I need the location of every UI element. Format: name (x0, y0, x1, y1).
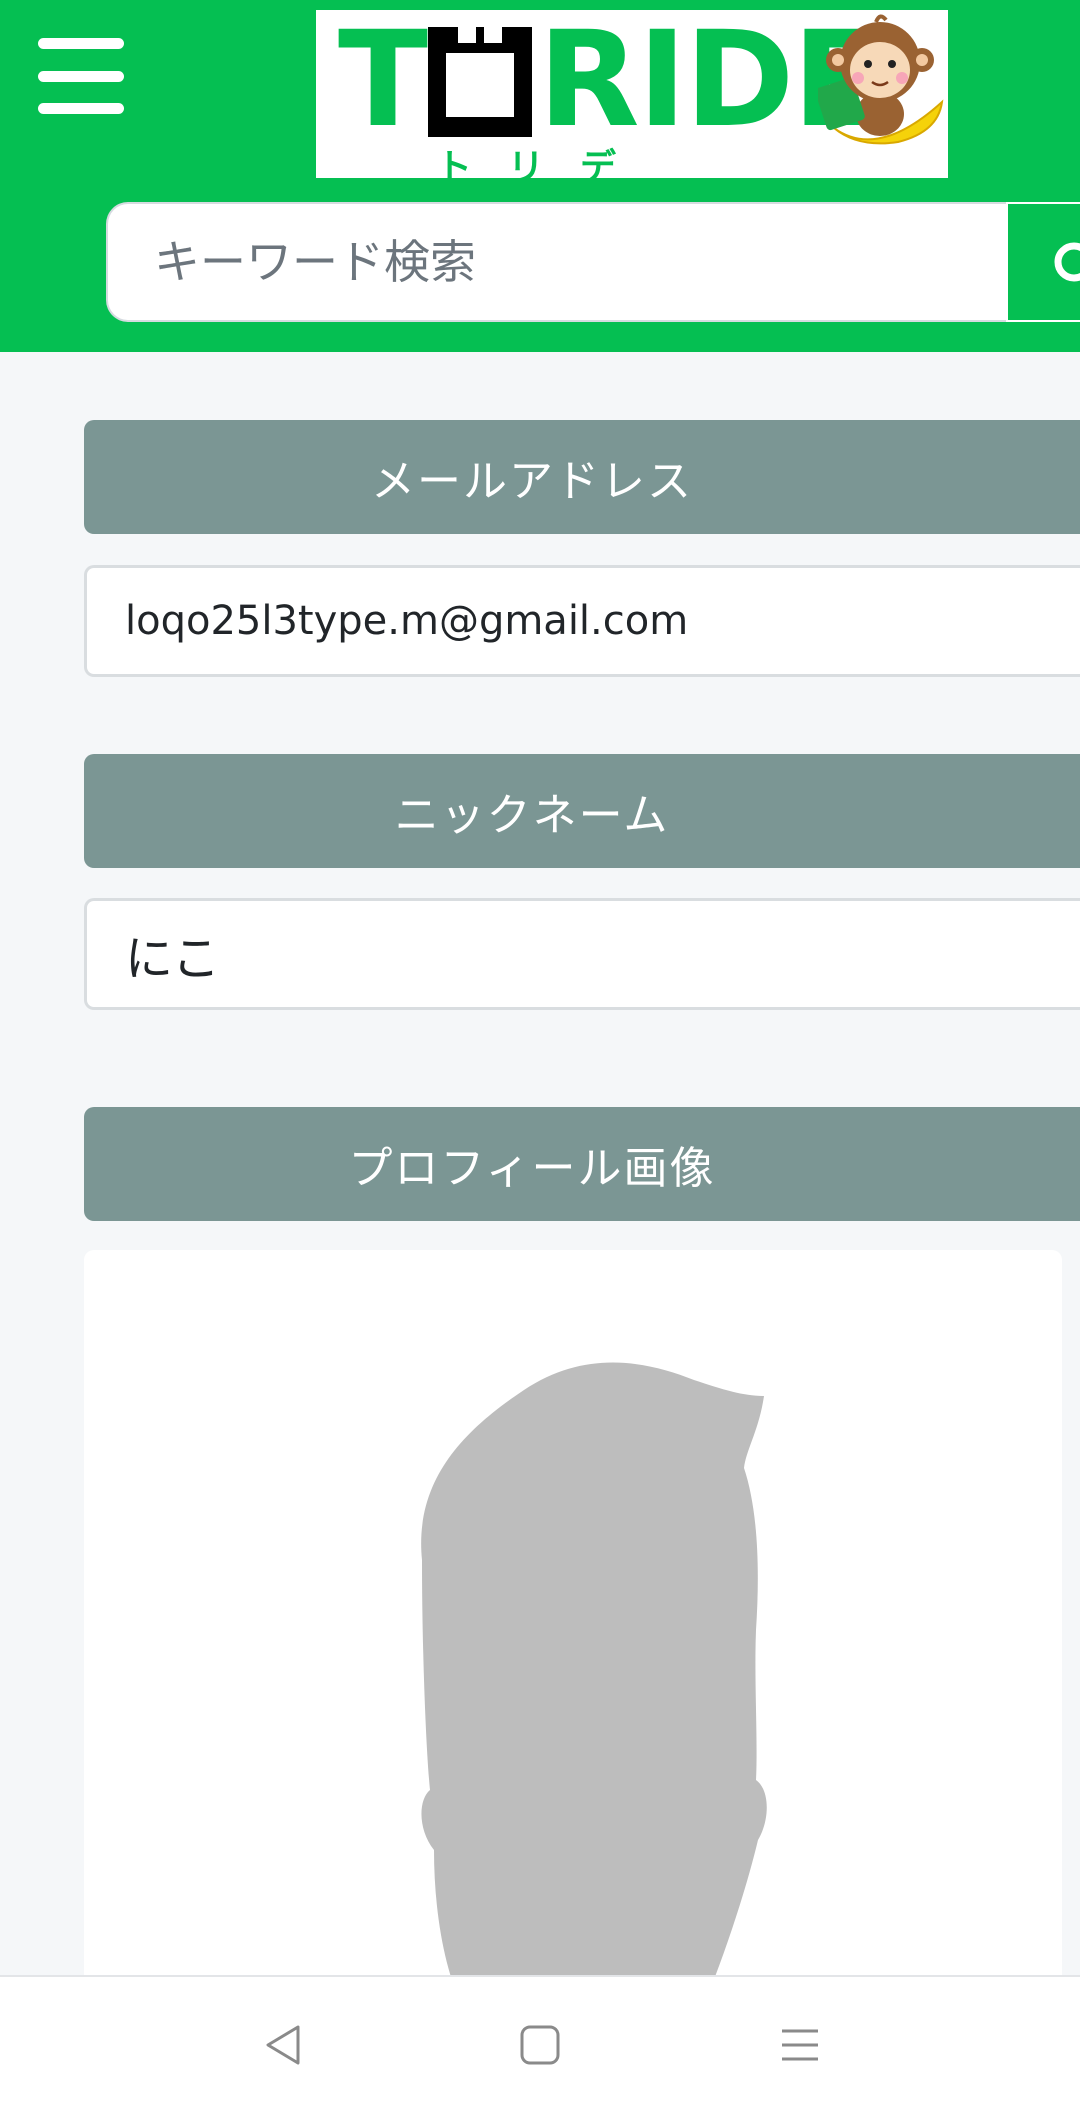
logo-letter-t: T (338, 10, 428, 157)
logo-wordmark: T RIDE (338, 10, 883, 157)
nickname-label: ニックネーム (84, 754, 1080, 868)
search-button[interactable] (1006, 202, 1080, 322)
monkey-mascot-icon (818, 14, 944, 145)
android-nav-bar (0, 1975, 1080, 2107)
search-input[interactable] (106, 202, 1006, 322)
site-logo[interactable]: T RIDE トリデ (316, 10, 948, 178)
home-icon[interactable] (518, 2023, 562, 2067)
logo-subtitle: トリデ (436, 147, 653, 178)
header: T RIDE トリデ (0, 0, 1080, 352)
page: T RIDE トリデ キーワード検索 メールアドレス loqo25l3type.… (0, 0, 1080, 2107)
recents-icon[interactable] (778, 2023, 822, 2067)
email-field[interactable] (84, 565, 1080, 677)
search-bar (106, 202, 1080, 322)
hamburger-icon[interactable] (38, 38, 124, 114)
tower-icon (428, 27, 533, 137)
email-label: メールアドレス (84, 420, 1080, 534)
profile-image-label: プロフィール画像 (84, 1107, 1080, 1221)
nickname-field[interactable] (84, 898, 1080, 1010)
avatar-placeholder-icon (421, 1362, 767, 2070)
back-icon[interactable] (262, 2023, 306, 2067)
search-icon (1054, 242, 1080, 282)
